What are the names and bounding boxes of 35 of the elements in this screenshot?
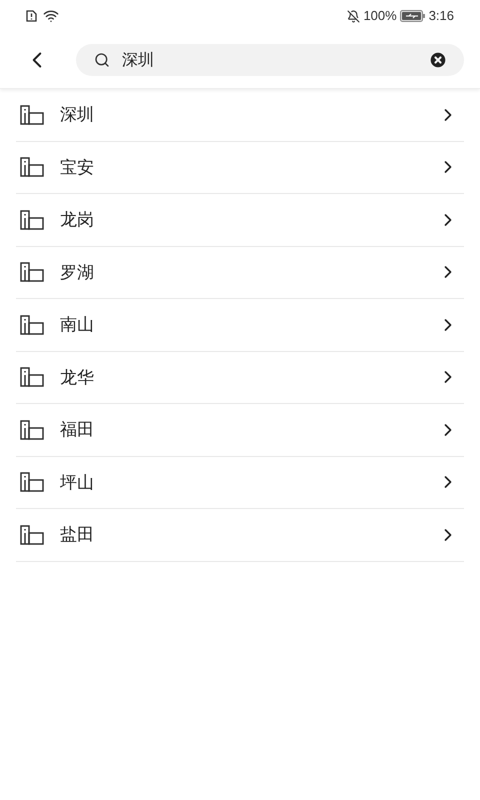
search-icon [94, 52, 110, 68]
wifi-icon [43, 8, 59, 24]
district-name: 龙岗 [60, 209, 95, 231]
building-icon [20, 367, 44, 388]
building-icon [20, 420, 44, 440]
building-icon [20, 104, 44, 125]
building-icon [20, 472, 44, 492]
district-name: 盐田 [60, 524, 95, 546]
building-icon [20, 210, 44, 230]
district-name: 罗湖 [60, 262, 95, 284]
sim-alert-icon [26, 10, 37, 22]
district-name: 龙华 [60, 366, 95, 388]
district-name: 福田 [60, 419, 95, 441]
search-field[interactable]: 深圳 [76, 44, 464, 76]
district-item[interactable]: 福田 [16, 404, 464, 456]
district-item[interactable]: 龙华 [16, 352, 464, 404]
building-icon [20, 524, 44, 545]
district-item[interactable]: 宝安 [16, 142, 464, 194]
district-item[interactable]: 盐田 [16, 509, 464, 562]
district-item[interactable]: 深圳 [16, 89, 464, 142]
district-name: 宝安 [60, 156, 95, 178]
building-icon [20, 262, 44, 282]
district-name: 深圳 [60, 104, 95, 126]
battery-percent: 100% [363, 7, 397, 26]
district-name: 南山 [60, 314, 95, 336]
battery-icon [400, 10, 426, 22]
district-item[interactable]: 龙岗 [16, 194, 464, 246]
district-item[interactable]: 罗湖 [16, 246, 464, 299]
district-item[interactable]: 南山 [16, 299, 464, 352]
district-item[interactable]: 坪山 [16, 456, 464, 509]
building-icon [20, 157, 44, 178]
bell-off-icon [347, 10, 360, 22]
district-name: 坪山 [60, 472, 95, 494]
building-icon [20, 314, 44, 335]
clock: 3:16 [428, 7, 454, 26]
